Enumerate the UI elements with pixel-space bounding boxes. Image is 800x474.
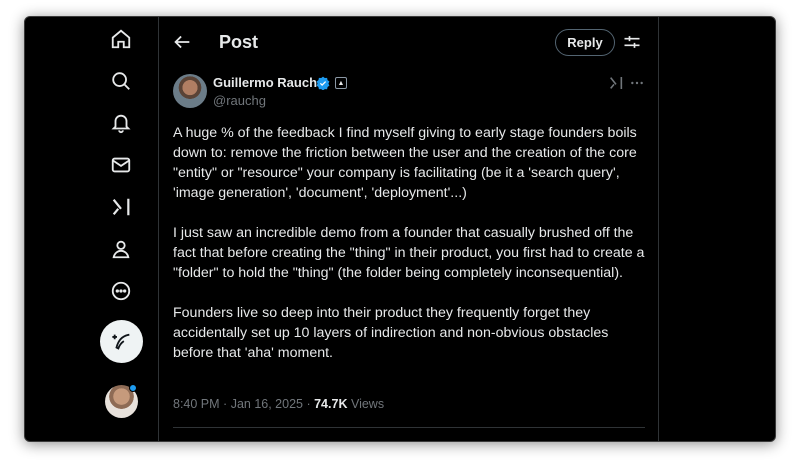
- tweet-text: A huge % of the feedback I find myself g…: [173, 123, 651, 383]
- verified-icon: [316, 76, 330, 90]
- page-title: Post: [219, 32, 259, 52]
- app-window: Post Reply Guillermo Rauch ▲ @rauchg A h…: [24, 16, 776, 442]
- tweet-paragraph: Founders live so deep into their product…: [173, 305, 609, 361]
- views-count: 74.7K: [314, 397, 348, 411]
- compose-icon: [111, 333, 130, 350]
- compose-button[interactable]: [100, 320, 143, 363]
- post-header: Post Reply: [159, 17, 658, 69]
- notification-dot: [129, 384, 137, 392]
- back-arrow-icon: [174, 35, 190, 49]
- sliders-icon: [624, 36, 640, 48]
- author-avatar[interactable]: [173, 74, 207, 108]
- tweet-paragraph: A huge % of the feedback I find myself g…: [173, 125, 637, 201]
- messages-icon[interactable]: [109, 153, 133, 177]
- reply-button[interactable]: Reply: [555, 29, 615, 56]
- more-icon[interactable]: [109, 279, 133, 303]
- more-options-icon[interactable]: [629, 75, 645, 91]
- tweet-paragraph: I just saw an incredible demo from a fou…: [173, 225, 645, 281]
- meta-separator: ·: [306, 397, 315, 411]
- meta-separator: ·: [223, 397, 231, 411]
- post-column: Post Reply Guillermo Rauch ▲ @rauchg A h…: [159, 17, 659, 441]
- author-name[interactable]: Guillermo Rauch: [213, 75, 317, 90]
- post-time[interactable]: 8:40 PM: [173, 397, 220, 411]
- notifications-icon[interactable]: [109, 111, 133, 135]
- post-meta: 8:40 PM · Jan 16, 2025 · 74.7K Views: [173, 397, 384, 411]
- home-icon[interactable]: [109, 27, 133, 51]
- author-handle[interactable]: @rauchg: [213, 93, 266, 108]
- divider: [173, 427, 645, 428]
- profile-icon[interactable]: [109, 237, 133, 261]
- back-button[interactable]: [171, 31, 193, 53]
- post-date[interactable]: Jan 16, 2025: [231, 397, 303, 411]
- grok-icon[interactable]: [109, 195, 133, 219]
- search-icon[interactable]: [109, 69, 133, 93]
- grok-icon[interactable]: [608, 75, 624, 91]
- affiliation-badge-icon[interactable]: ▲: [335, 77, 347, 89]
- settings-button[interactable]: [622, 32, 642, 52]
- views-label: Views: [350, 397, 385, 411]
- sidebar-nav: [25, 17, 159, 441]
